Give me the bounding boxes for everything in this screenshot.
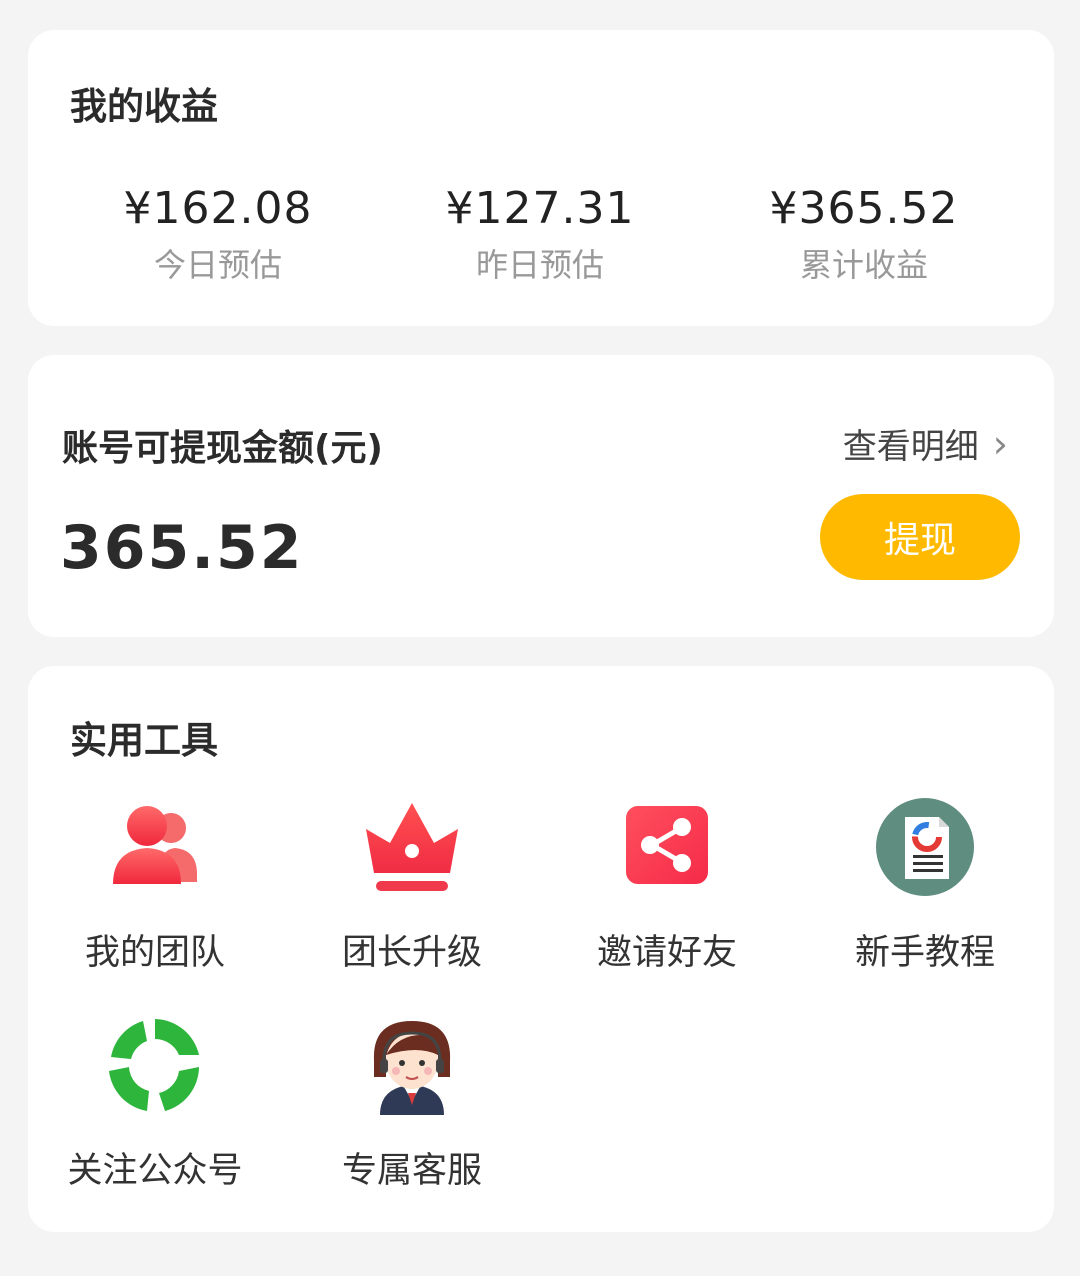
balance-card: 账号可提现金额(元) 查看明细 › 365.52 提现 bbox=[28, 355, 1054, 637]
tools-card: 实用工具 我的团队 团长升级 邀请好友 新手教程 关注公众号 专属客服 bbox=[28, 666, 1054, 1232]
stat-today[interactable]: ¥162.08 今日预估 bbox=[68, 182, 368, 286]
team-icon bbox=[113, 806, 197, 884]
stat-today-value: ¥162.08 bbox=[123, 183, 313, 234]
tool-follow-account[interactable]: 关注公众号 bbox=[30, 1010, 280, 1193]
stat-total[interactable]: ¥365.52 累计收益 bbox=[714, 182, 1014, 286]
earnings-card: 我的收益 ¥162.08 今日预估 ¥127.31 昨日预估 ¥365.52 累… bbox=[28, 30, 1054, 326]
customer-service-icon bbox=[373, 1021, 451, 1115]
tool-beginner-tutorial[interactable]: 新手教程 bbox=[800, 792, 1050, 975]
tool-invite-friends-label: 邀请好友 bbox=[596, 933, 737, 973]
tool-follow-account-label: 关注公众号 bbox=[67, 1151, 243, 1191]
tool-customer-service[interactable]: 专属客服 bbox=[287, 1010, 537, 1193]
tool-my-team-label: 我的团队 bbox=[84, 933, 225, 973]
tool-beginner-tutorial-label: 新手教程 bbox=[854, 933, 995, 973]
stat-total-value: ¥365.52 bbox=[769, 183, 959, 234]
stat-today-label: 今日预估 bbox=[153, 246, 282, 284]
stat-yesterday-value: ¥127.31 bbox=[445, 183, 635, 234]
chevron-right-icon: › bbox=[992, 421, 1008, 466]
stat-total-label: 累计收益 bbox=[799, 246, 928, 284]
balance-amount: 365.52 bbox=[60, 513, 304, 583]
stat-yesterday-label: 昨日预估 bbox=[475, 246, 604, 284]
stat-yesterday[interactable]: ¥127.31 昨日预估 bbox=[390, 182, 690, 286]
view-details-link[interactable]: 查看明细 › bbox=[843, 419, 1008, 468]
tutorial-icon bbox=[876, 798, 974, 896]
tool-leader-upgrade[interactable]: 团长升级 bbox=[287, 792, 537, 975]
tools-title: 实用工具 bbox=[70, 719, 218, 762]
crown-icon bbox=[366, 803, 458, 891]
tool-my-team[interactable]: 我的团队 bbox=[30, 792, 280, 975]
tool-invite-friends[interactable]: 邀请好友 bbox=[542, 792, 792, 975]
view-details-label: 查看明细 bbox=[842, 427, 979, 467]
tool-customer-service-label: 专属客服 bbox=[341, 1151, 482, 1191]
withdraw-button[interactable]: 提现 bbox=[820, 494, 1020, 580]
earnings-title: 我的收益 bbox=[70, 85, 218, 128]
tool-leader-upgrade-label: 团长升级 bbox=[341, 933, 482, 973]
wechat-follow-icon bbox=[109, 1019, 199, 1111]
share-icon bbox=[626, 806, 708, 884]
balance-title: 账号可提现金额(元) bbox=[62, 428, 383, 469]
